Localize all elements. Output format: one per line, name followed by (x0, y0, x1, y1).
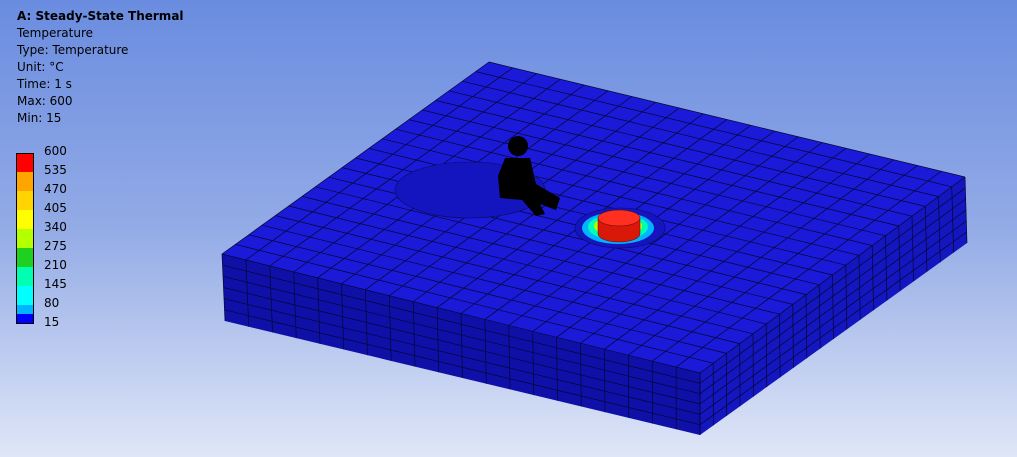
legend-label: 80 (44, 296, 60, 310)
legend-label: 340 (44, 220, 67, 234)
legend-label: 275 (44, 239, 67, 253)
legend-swatch (16, 191, 34, 210)
result-time: Time: 1 s (17, 77, 72, 91)
legend-swatch (16, 229, 34, 248)
heat-source-top (597, 209, 641, 227)
result-name: Temperature (17, 26, 94, 40)
legend-swatch (16, 248, 34, 267)
result-type: Type: Temperature (17, 43, 129, 57)
result-unit: Unit: °C (17, 60, 64, 74)
legend-swatch (16, 210, 34, 229)
legend-label: 145 (44, 277, 67, 291)
legend-swatch (16, 153, 34, 172)
result-min: Min: 15 (17, 111, 62, 125)
legend-label: 405 (44, 201, 67, 215)
legend-swatch (16, 286, 34, 305)
analysis-title: A: Steady-State Thermal (17, 9, 184, 23)
legend-label: 15 (44, 315, 60, 329)
legend-bottom-swatch (16, 314, 34, 324)
legend-label: 600 (44, 144, 67, 158)
legend-label: 470 (44, 182, 67, 196)
legend-swatch (16, 267, 34, 286)
result-info-panel: A: Steady-State Thermal Temperature Type… (17, 8, 184, 127)
result-max: Max: 600 (17, 94, 73, 108)
legend-label: 210 (44, 258, 67, 272)
legend-swatch (16, 172, 34, 191)
legend-label: 535 (44, 163, 67, 177)
